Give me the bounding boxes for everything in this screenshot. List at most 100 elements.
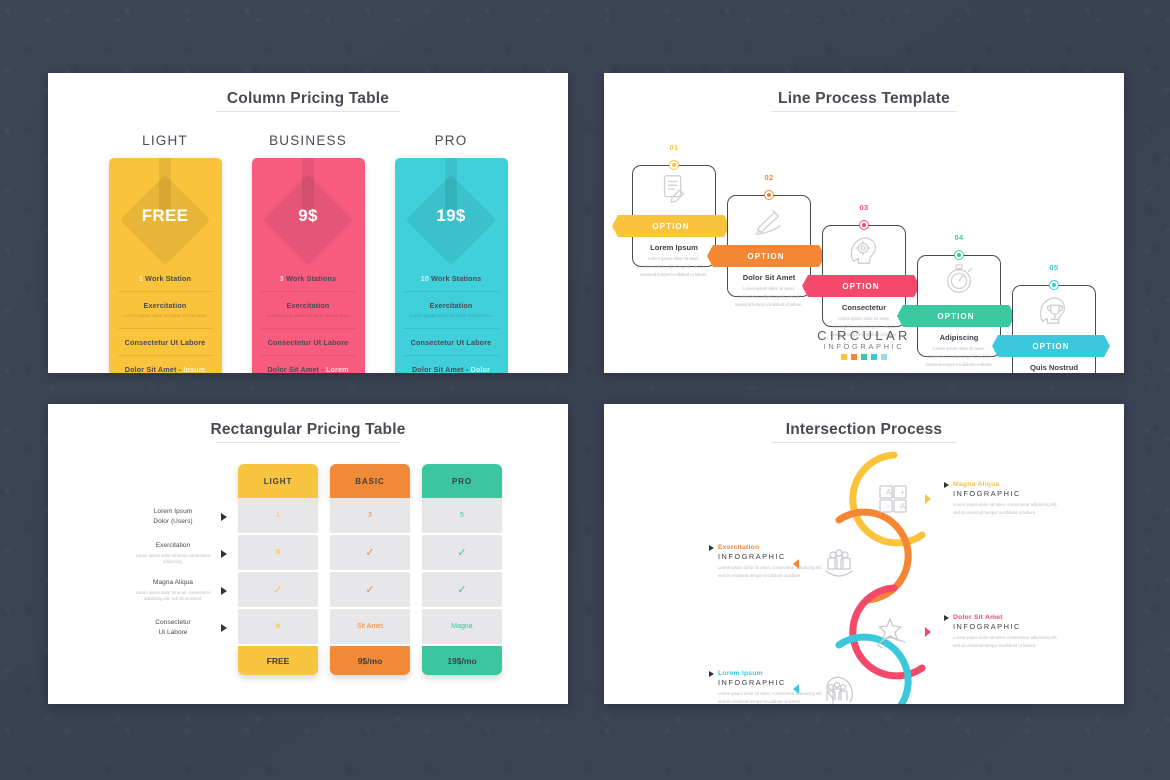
pricing-column[interactable]: BUSINESS 9$ 3 Work Stations Exercitation Lor… (251, 133, 365, 373)
plan-feature: Exercitation Lorem ipsum dolor sit amet c… (117, 292, 213, 329)
panel-line-process-template: Line Process Template 01 OPTION Lorem Ipsu… (604, 73, 1124, 373)
svg-text:~: ~ (886, 502, 891, 511)
plan-price-button[interactable]: FREE (238, 646, 318, 675)
bullet-arrow-icon (709, 544, 714, 551)
bullet-arrow-icon (944, 481, 949, 488)
check-icon: ✓ (365, 584, 375, 596)
head-trophy-icon (1036, 293, 1072, 327)
row-label: Lorem Ipsum Dolor (Users) (153, 507, 193, 525)
cell-value: Magna (451, 623, 473, 630)
row-label: Magna Aliqua Lorem ipsum dolor sit amet, … (135, 579, 211, 602)
check-icon: ✓ (457, 584, 467, 596)
plan-card[interactable]: 19$ 10 Work Stations Exercitation Lorem ips… (394, 158, 508, 373)
step-ribbon[interactable]: OPTION (707, 245, 825, 267)
pricing-columns: LIGHT FREE 1 Work Station Exercitation Lorem… (48, 133, 568, 373)
plan-feature: Consectetur Ut Labore (403, 329, 499, 356)
step-number: 03 (859, 203, 869, 212)
item-subheading: INFOGRAPHIC (953, 622, 1021, 631)
table-cell: Magna (422, 609, 502, 644)
table-footer-row: FREE 9$/mo 19$/mo (134, 646, 508, 675)
hand-pen-icon (751, 203, 787, 237)
svg-text:A: A (900, 502, 906, 511)
step-number: 05 (1049, 263, 1059, 272)
check-icon: ✓ (457, 547, 467, 559)
item-subheading: INFOGRAPHIC (718, 678, 786, 687)
column-header[interactable]: PRO (422, 464, 502, 498)
item-description: Lorem ipsum dolor sit amet, consectetur … (718, 565, 823, 578)
intersection-item[interactable]: Lorem Ipsum INFOGRAPHIC Lorem ipsum dolor … (709, 670, 829, 704)
pricing-column[interactable]: PRO 19$ 10 Work Stations Exercitation Lorem … (394, 133, 508, 373)
plan-feature: Consectetur Ut Labore (117, 329, 213, 356)
svg-text:+: + (900, 488, 905, 497)
table-cell: 3 (330, 498, 410, 533)
plan-price-button[interactable]: 9$/mo (330, 646, 410, 675)
check-icon: ✓ (365, 547, 375, 559)
row-arrow-icon (216, 535, 232, 572)
step-number: 01 (669, 143, 679, 152)
logo-color-swatches (604, 354, 1124, 360)
panel-intersection-process: Intersection Process A + ~ A Magna Aliqua INF… (604, 404, 1124, 704)
plan-feature: 3 Work Stations (260, 265, 356, 292)
step-dot (954, 250, 964, 260)
table-cell: 5 (422, 498, 502, 533)
step-ribbon[interactable]: OPTION (802, 275, 920, 297)
logo-swatch (871, 354, 877, 360)
table-cell: ✓ (422, 535, 502, 570)
table-row: Lorem Ipsum Dolor (Users) 1 3 5 (134, 498, 508, 535)
panel-column-pricing-table: Column Pricing Table LIGHT FREE 1 Work Sta… (48, 73, 568, 373)
table-row: Magna Aliqua Lorem ipsum dolor sit amet, … (134, 572, 508, 609)
logo-swatch (881, 354, 887, 360)
plan-feature: Dolor Sit Amet - Dolor (411, 364, 491, 373)
check-icon: ✓ (273, 584, 283, 596)
table-cell: ✕ (238, 535, 318, 570)
table-cell: ✓ (422, 572, 502, 607)
step-dot (669, 160, 679, 170)
table-cell: Sit Amet (330, 609, 410, 644)
item-heading: Exercitation (718, 544, 760, 551)
logo-swatch (861, 354, 867, 360)
plan-card[interactable]: FREE 1 Work Station Exercitation Lorem ipsu… (108, 158, 222, 373)
plan-card[interactable]: 9$ 3 Work Stations Exercitation Lorem ipsum… (251, 158, 365, 373)
ribbon-label: OPTION (937, 311, 975, 321)
row-label-spacer (134, 464, 216, 498)
intersection-item[interactable]: Dolor Sit Amet INFOGRAPHIC Lorem ipsum dol… (944, 614, 1064, 650)
plan-feature: Dolor Sit Amet - Ipsum (124, 364, 206, 373)
plan-features: 10 Work Stations Exercitation Lorem ipsum … (403, 265, 499, 373)
step-number: 02 (764, 173, 774, 182)
cell-value: Sit Amet (356, 623, 384, 630)
intersection-diagram: A + ~ A Magna Aliqua INFOGRAPHIC Lorem ipsum d… (604, 404, 1124, 704)
head-gear-icon (846, 233, 882, 267)
intersection-item[interactable]: Magna Aliqua INFOGRAPHIC Lorem ipsum dolor… (944, 481, 1064, 517)
plan-price-button[interactable]: 19$/mo (422, 646, 502, 675)
bullet-arrow-icon (709, 670, 714, 677)
table-cell: 1 (238, 498, 318, 533)
panel-rectangular-pricing-table: Rectangular Pricing Table LIGHT BASIC PRO L… (48, 404, 568, 704)
step-number: 04 (954, 233, 964, 242)
step-ribbon[interactable]: OPTION (897, 305, 1015, 327)
page-title: Column Pricing Table (48, 73, 568, 108)
plan-features: 1 Work Station Exercitation Lorem ipsum do… (117, 265, 213, 373)
logo-swatch (841, 354, 847, 360)
column-header[interactable]: BASIC (330, 464, 410, 498)
table-row: Consectetur Ut Labore ✕ Sit Amet Magna (134, 609, 508, 646)
row-label: Exercitation Lorem ipsum dolor sit lorem … (135, 542, 211, 565)
cell-value: 1 (276, 512, 280, 519)
table-row: Exercitation Lorem ipsum dolor sit lorem … (134, 535, 508, 572)
column-header[interactable]: LIGHT (238, 464, 318, 498)
pricing-column[interactable]: LIGHT FREE 1 Work Station Exercitation Lorem… (108, 133, 222, 373)
step-dot (764, 190, 774, 200)
ribbon-label: OPTION (652, 221, 690, 231)
plan-feature: Consectetur Ut Labore (260, 329, 356, 356)
plan-feature: Exercitation Lorem ipsum dolor sit amet c… (403, 292, 499, 329)
intersection-item[interactable]: Exercitation INFOGRAPHIC Lorem ipsum dolor… (709, 544, 829, 580)
pricing-table: LIGHT BASIC PRO Lorem Ipsum Dolor (Users) 1 3 5… (134, 464, 508, 675)
step-ribbon[interactable]: OPTION (612, 215, 730, 237)
step-description: Lorem ipsum dolor sit amet, consectetur … (735, 286, 803, 307)
document-sign-icon (656, 173, 692, 207)
item-subheading: INFOGRAPHIC (718, 552, 786, 561)
item-heading: Magna Aliqua (953, 481, 1000, 488)
item-heading: Dolor Sit Amet (953, 614, 1003, 621)
item-description: Lorem ipsum dolor sit amet, consectetur … (953, 502, 1058, 515)
row-arrow-icon (216, 609, 232, 646)
ribbon-label: OPTION (747, 251, 785, 261)
